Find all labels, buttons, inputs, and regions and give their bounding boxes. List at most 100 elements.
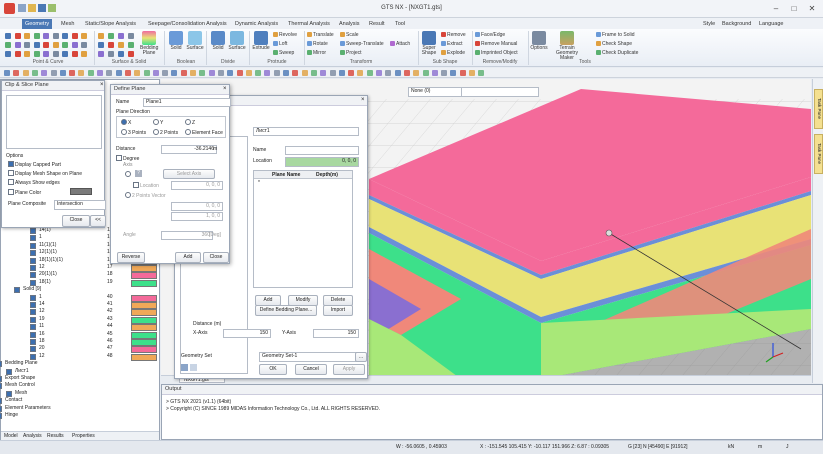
toolbar-icon[interactable]	[236, 70, 243, 76]
tree-checkbox-icon[interactable]	[30, 265, 36, 271]
axis-help-icon[interactable]: ?	[135, 170, 142, 177]
point-curve-tool-icon[interactable]	[62, 33, 68, 39]
toolbar-icon[interactable]	[459, 70, 466, 76]
point-curve-tool-icon[interactable]	[24, 33, 30, 39]
surface-solid-tool-icon[interactable]	[118, 33, 124, 39]
tree-checkbox-icon[interactable]	[30, 279, 36, 286]
toolbar-icon[interactable]	[217, 70, 224, 76]
toolbar-icon[interactable]	[227, 70, 234, 76]
point-curve-tool-icon[interactable]	[62, 42, 68, 48]
surface-solid-tool-icon[interactable]	[98, 33, 104, 39]
terrain-geometry-maker-button[interactable]: Terrain Geometry Maker	[551, 31, 583, 61]
status-unit-force[interactable]: kN	[728, 444, 734, 450]
toolbar-icon[interactable]	[264, 70, 271, 76]
point-curve-tool-icon[interactable]	[33, 33, 40, 39]
tree-row[interactable]: 18(1) 19	[1, 279, 159, 287]
toolbar-icon[interactable]	[69, 70, 76, 76]
toolbar-icon[interactable]	[394, 70, 401, 76]
point-curve-tool-icon[interactable]	[24, 42, 30, 48]
extrude-button[interactable]: Extrude	[252, 31, 270, 51]
divide-surface-button[interactable]: Surface	[228, 31, 246, 51]
point-curve-tool-icon[interactable]	[52, 33, 59, 39]
toolbar-icon[interactable]	[180, 70, 187, 76]
tree-row[interactable]: 14 41	[1, 301, 159, 309]
plane-color-swatch[interactable]	[70, 188, 92, 195]
toolbar-icon[interactable]	[4, 70, 10, 76]
toolbar-icon[interactable]	[385, 70, 392, 76]
tree-checkbox-icon[interactable]	[0, 405, 2, 412]
point-curve-tool-icon[interactable]	[52, 51, 59, 57]
toolbar-icon[interactable]	[478, 70, 485, 76]
toolbar-icon[interactable]	[162, 70, 169, 76]
bedding-apply-button[interactable]: Apply	[333, 364, 365, 375]
bedding-location-field[interactable]: 0, 0, 0	[285, 157, 359, 167]
bedding-name-field[interactable]	[285, 146, 359, 155]
tree-checkbox-icon[interactable]	[0, 413, 2, 419]
status-unit-energy[interactable]: J	[786, 444, 789, 450]
toolbar-icon[interactable]	[22, 70, 29, 76]
tree-checkbox-icon[interactable]	[30, 346, 36, 353]
toolbar-icon[interactable]	[292, 70, 299, 76]
toolbar-icon[interactable]	[41, 70, 48, 76]
dir-z-radio[interactable]: Z	[185, 119, 195, 126]
toolbar-icon[interactable]	[87, 70, 94, 76]
tree-row[interactable]: 18 46	[1, 338, 159, 346]
toolbar-icon[interactable]	[320, 70, 327, 76]
tree-row[interactable]: 12 17	[1, 264, 159, 272]
minimize-icon[interactable]: –	[767, 3, 785, 14]
options-button[interactable]: Options	[530, 31, 548, 51]
plane-list[interactable]	[6, 95, 102, 149]
tab-geometry[interactable]: Geometry	[22, 19, 53, 29]
point-curve-tool-icon[interactable]	[5, 33, 11, 39]
imprinted-object-button[interactable]: Imprinted Object	[475, 50, 518, 56]
toolbar-icon[interactable]	[403, 70, 410, 76]
clip-close-icon[interactable]: ×	[100, 82, 104, 88]
define-close-icon[interactable]: ×	[223, 86, 227, 92]
tree-row[interactable]: Mesh	[1, 390, 159, 397]
bedding-cancel-button[interactable]: Cancel	[295, 364, 327, 375]
tree-checkbox-icon[interactable]	[30, 257, 36, 264]
toolbar-icon[interactable]	[301, 70, 308, 76]
tree-checkbox-icon[interactable]	[30, 339, 36, 345]
check-duplicate-button[interactable]: Check Duplicate	[596, 50, 638, 56]
tree-checkbox-icon[interactable]	[30, 331, 36, 338]
point-curve-tool-icon[interactable]	[33, 51, 40, 57]
translate-button[interactable]: Translate	[307, 32, 334, 38]
toolbar-icon[interactable]	[338, 70, 345, 76]
tab-dynamic[interactable]: Dynamic Analysis	[232, 19, 281, 29]
tree-checkbox-icon[interactable]	[30, 250, 36, 257]
point-curve-tool-icon[interactable]	[14, 33, 21, 39]
tree-row[interactable]: Hinge	[0, 412, 159, 419]
toolbar-icon[interactable]	[199, 70, 206, 76]
sweep-translate-button[interactable]: Sweep-Translate	[340, 41, 384, 47]
bedding-set-name[interactable]: Лист1	[253, 127, 359, 136]
bedding-close-icon[interactable]: ×	[361, 97, 365, 103]
scale-button[interactable]: Scale	[340, 32, 359, 38]
surface-solid-tool-icon[interactable]	[128, 42, 134, 48]
toolbar-icon[interactable]	[143, 70, 150, 76]
tree-row[interactable]: 12 48	[1, 353, 159, 361]
bedding-plane-button[interactable]: Bedding Plane	[140, 31, 158, 56]
toolbar-icon[interactable]	[50, 70, 57, 76]
point-curve-tool-icon[interactable]	[71, 42, 78, 48]
boolean-solid-button[interactable]: Solid	[167, 31, 185, 51]
tab-analysis-tree[interactable]: Analysis	[23, 433, 42, 439]
background-menu[interactable]: Background	[719, 19, 754, 29]
bedding-import-button[interactable]: Import	[323, 305, 353, 316]
point-curve-tool-icon[interactable]	[81, 33, 87, 39]
axis-radio[interactable]	[125, 171, 132, 178]
tree-row[interactable]: 19 43	[1, 316, 159, 324]
geomset-more-button[interactable]: …	[355, 352, 367, 362]
toolbar-icon[interactable]	[422, 70, 429, 76]
define-bedding-plane-button[interactable]: Define Bedding Plane...	[255, 305, 317, 316]
toolbar-icon[interactable]	[97, 70, 103, 76]
toolbar-icon[interactable]	[115, 70, 122, 76]
sweep-button[interactable]: Sweep	[273, 50, 294, 56]
tree-checkbox-icon[interactable]	[14, 287, 20, 294]
surface-solid-tool-icon[interactable]	[118, 42, 124, 48]
point-curve-tool-icon[interactable]	[81, 42, 87, 48]
two-pt-vector-radio[interactable]: 2 Points Vector	[125, 192, 166, 199]
point-curve-tool-icon[interactable]	[71, 33, 78, 39]
toolbar-icon[interactable]	[190, 70, 196, 76]
toolbar-icon[interactable]	[208, 70, 215, 76]
